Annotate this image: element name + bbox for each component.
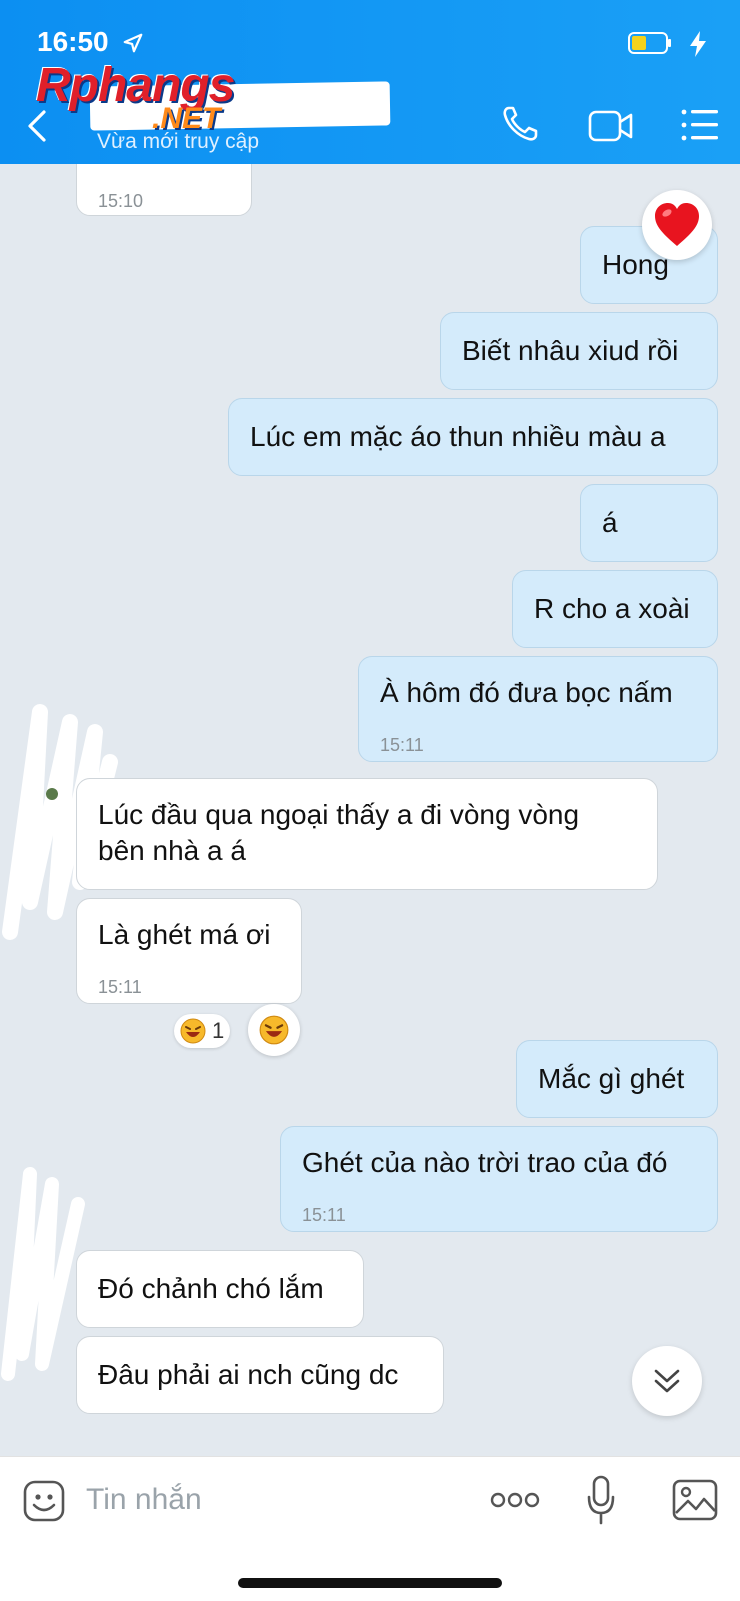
message-bubble[interactable]: Đâu phải ai nch cũng dc [76,1336,444,1414]
phone-call-button[interactable] [500,104,540,144]
message-text-line2: bên nhà a á [98,835,246,866]
watermark-logo: Rphangs .NET [36,58,266,138]
message-time: 15:10 [98,191,144,211]
reaction-count: 1 [212,1018,225,1043]
laughing-emoji-icon [259,1015,289,1045]
chat-header: 16:50 Rphangs .NET Vừa mới truy cập [0,0,740,164]
message-bubble[interactable]: Biết nhâu xiud rồi [440,312,718,390]
home-indicator[interactable] [238,1578,502,1588]
microphone-button[interactable] [586,1475,616,1525]
message-text: Biết nhâu xiud rồi [462,335,679,366]
message-text: Ghét của nào trời trao của đó [302,1147,668,1178]
add-reaction-button[interactable] [248,1004,300,1056]
message-bubble[interactable]: Là ghét má ơi 15:11 [76,898,302,1004]
message-time: 15:11 [380,735,424,755]
battery-icon [628,32,671,54]
scroll-to-bottom-button[interactable] [632,1346,702,1416]
laughing-emoji-icon [180,1018,206,1044]
heart-icon [655,203,699,246]
message-text: R cho a xoài [534,593,690,624]
message-bubble[interactable]: À hôm đó đưa bọc nấm 15:11 [358,656,718,762]
image-gallery-button[interactable] [672,1479,718,1521]
more-options-button[interactable] [490,1491,540,1509]
menu-list-button[interactable] [680,108,720,142]
message-bubble[interactable]: Mắc gì ghét [516,1040,718,1118]
message-bubble[interactable]: Lúc đầu qua ngoại thấy a đi vòng vòng bê… [76,778,658,890]
double-chevron-down-icon [654,1369,680,1393]
sticker-button[interactable] [22,1479,66,1523]
video-call-button[interactable] [588,108,634,144]
message-text: Đó chảnh chó lắm [98,1273,324,1304]
message-time: 15:11 [302,1205,346,1225]
message-text-line1: Lúc đầu qua ngoại thấy a đi vòng vòng [98,799,580,830]
charging-bolt-icon [690,31,706,57]
chat-area[interactable]: 15:10 Hong Biết nhâu xiud rồi Lúc em mặc… [0,164,740,1456]
message-text: Đâu phải ai nch cũng dc [98,1359,399,1390]
message-input[interactable] [84,1473,468,1527]
message-text: á [602,507,618,538]
reaction-badge[interactable] [642,190,712,260]
location-arrow-icon [123,33,143,53]
message-bubble[interactable]: Đó chảnh chó lắm [76,1250,364,1328]
message-bubble[interactable]: R cho a xoài [512,570,718,648]
status-time: 16:50 [37,26,109,57]
message-bubble[interactable]: Ghét của nào trời trao của đó 15:11 [280,1126,718,1232]
message-text: Là ghét má ơi [98,919,271,950]
message-text: À hôm đó đưa bọc nấm [380,677,673,708]
message-text: Mắc gì ghét [538,1063,685,1094]
message-bubble[interactable]: 15:10 [76,164,252,216]
message-text: Lúc em mặc áo thun nhiều màu a [250,421,666,452]
reaction-summary[interactable]: 1 [174,1014,230,1048]
message-bubble[interactable]: Lúc em mặc áo thun nhiều màu a [228,398,718,476]
contact-status: Vừa mới truy cập [97,130,260,153]
message-bubble[interactable]: á [580,484,718,562]
message-time: 15:11 [98,977,142,997]
